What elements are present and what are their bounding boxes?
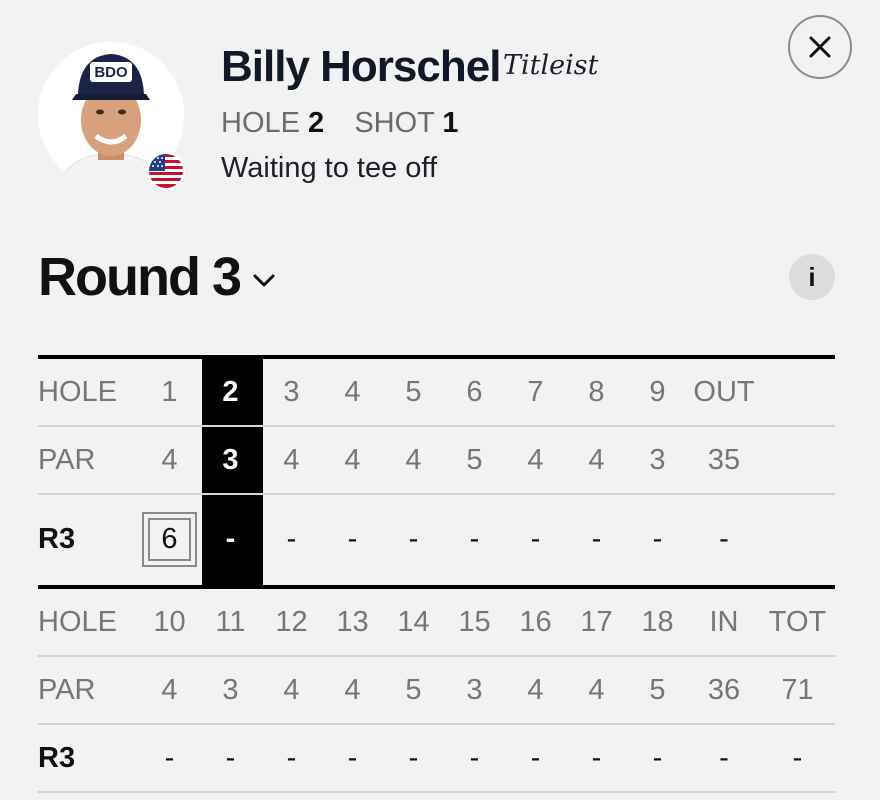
score-cell: - <box>408 522 419 555</box>
score-cell: - <box>286 522 297 555</box>
score-cell: - <box>530 741 541 774</box>
double-bogey-marker: 6 <box>142 511 197 567</box>
score-cell: 6 <box>139 495 200 583</box>
score-cell: - <box>469 741 480 774</box>
score-cell: - <box>347 741 358 774</box>
par-value: 4 <box>161 443 178 476</box>
par-value: 3 <box>466 673 483 706</box>
hole-number[interactable]: 14 <box>383 589 444 655</box>
close-icon <box>809 36 831 58</box>
score-tot-total: - <box>792 741 803 774</box>
sponsor-logo: Titleist <box>503 50 599 81</box>
hole-shot-status: HOLE 2 SHOT 1 <box>221 107 459 140</box>
front-par-row: PAR 4 3 4 4 4 5 4 4 3 35 <box>38 427 835 493</box>
hole-number[interactable]: 1 <box>139 359 200 425</box>
par-value: 5 <box>466 443 483 476</box>
hole-number[interactable]: 15 <box>444 589 505 655</box>
hole-number[interactable]: 3 <box>261 359 322 425</box>
par-value: 4 <box>283 443 300 476</box>
par-value: 3 <box>222 673 239 706</box>
hole-value: 2 <box>308 107 325 139</box>
par-value: 3 <box>649 443 666 476</box>
score-in-total: - <box>719 741 729 774</box>
score-cell: - <box>652 522 663 555</box>
score-cell: - <box>469 522 480 555</box>
hole-number[interactable]: 18 <box>627 589 688 655</box>
score-cell: - <box>347 522 358 555</box>
hole-label: HOLE <box>221 107 300 139</box>
front-hole-row: HOLE 1 2 3 4 5 6 7 8 9 OUT <box>38 359 835 425</box>
par-value: 4 <box>588 673 605 706</box>
par-value-current: 3 <box>222 443 239 476</box>
usa-flag-icon <box>147 152 185 190</box>
score-cell: - <box>591 741 602 774</box>
back-par-row: PAR 4 3 4 4 5 3 4 4 5 36 71 <box>38 657 835 723</box>
par-value: 4 <box>527 673 544 706</box>
par-value: 4 <box>405 443 422 476</box>
player-name: Billy Horschel <box>221 42 501 91</box>
play-status: Waiting to tee off <box>221 152 438 184</box>
hole-number[interactable]: 11 <box>200 589 261 655</box>
hole-number-current[interactable]: 2 <box>200 359 261 425</box>
front-score-row: R3 6 - - - - - - - - - <box>38 495 835 583</box>
in-total-label: IN <box>709 605 739 638</box>
hole-number[interactable]: 5 <box>383 359 444 425</box>
par-value: 4 <box>344 443 361 476</box>
par-out-total: 35 <box>707 443 741 476</box>
score-cell: - <box>591 522 602 555</box>
par-value: 5 <box>405 673 422 706</box>
hole-number[interactable]: 8 <box>566 359 627 425</box>
hole-number[interactable]: 16 <box>505 589 566 655</box>
par-value: 4 <box>344 673 361 706</box>
par-value: 4 <box>283 673 300 706</box>
score-out-total: - <box>719 522 729 555</box>
par-in-total: 36 <box>707 673 741 706</box>
score-cell: - <box>530 522 541 555</box>
hole-number[interactable]: 13 <box>322 589 383 655</box>
score-current: - <box>225 522 236 555</box>
back-score-row: R3 - - - - - - - - - - - <box>38 725 835 791</box>
hole-number[interactable]: 17 <box>566 589 627 655</box>
hole-number[interactable]: 7 <box>505 359 566 425</box>
score-cell: - <box>286 741 297 774</box>
out-total-label: OUT <box>693 375 755 408</box>
divider <box>38 791 835 793</box>
par-value: 4 <box>588 443 605 476</box>
hole-number[interactable]: 12 <box>261 589 322 655</box>
hole-number[interactable]: 9 <box>627 359 688 425</box>
hole-number[interactable]: 4 <box>322 359 383 425</box>
back-hole-row: HOLE 10 11 12 13 14 15 16 17 18 IN TOT <box>38 589 835 655</box>
info-button[interactable]: i <box>789 254 835 300</box>
tot-total-label: TOT <box>768 605 827 638</box>
hole-number[interactable]: 10 <box>139 589 200 655</box>
shot-value: 1 <box>442 107 459 139</box>
par-value: 5 <box>649 673 666 706</box>
par-value: 4 <box>161 673 178 706</box>
score-value: 6 <box>148 517 191 561</box>
close-button[interactable] <box>788 15 852 79</box>
score-cell: - <box>652 741 663 774</box>
round-title: Round 3 <box>38 247 242 307</box>
score-cell: - <box>225 741 236 774</box>
score-cell: - <box>408 741 419 774</box>
chevron-down-icon <box>253 274 275 287</box>
score-cell: - <box>164 741 175 774</box>
cap-logo: BDO <box>94 64 128 81</box>
shot-label: SHOT <box>354 107 435 139</box>
par-tot-total: 71 <box>781 673 814 706</box>
hole-number[interactable]: 6 <box>444 359 505 425</box>
par-value: 4 <box>527 443 544 476</box>
round-selector[interactable]: Round 3 <box>38 245 276 309</box>
